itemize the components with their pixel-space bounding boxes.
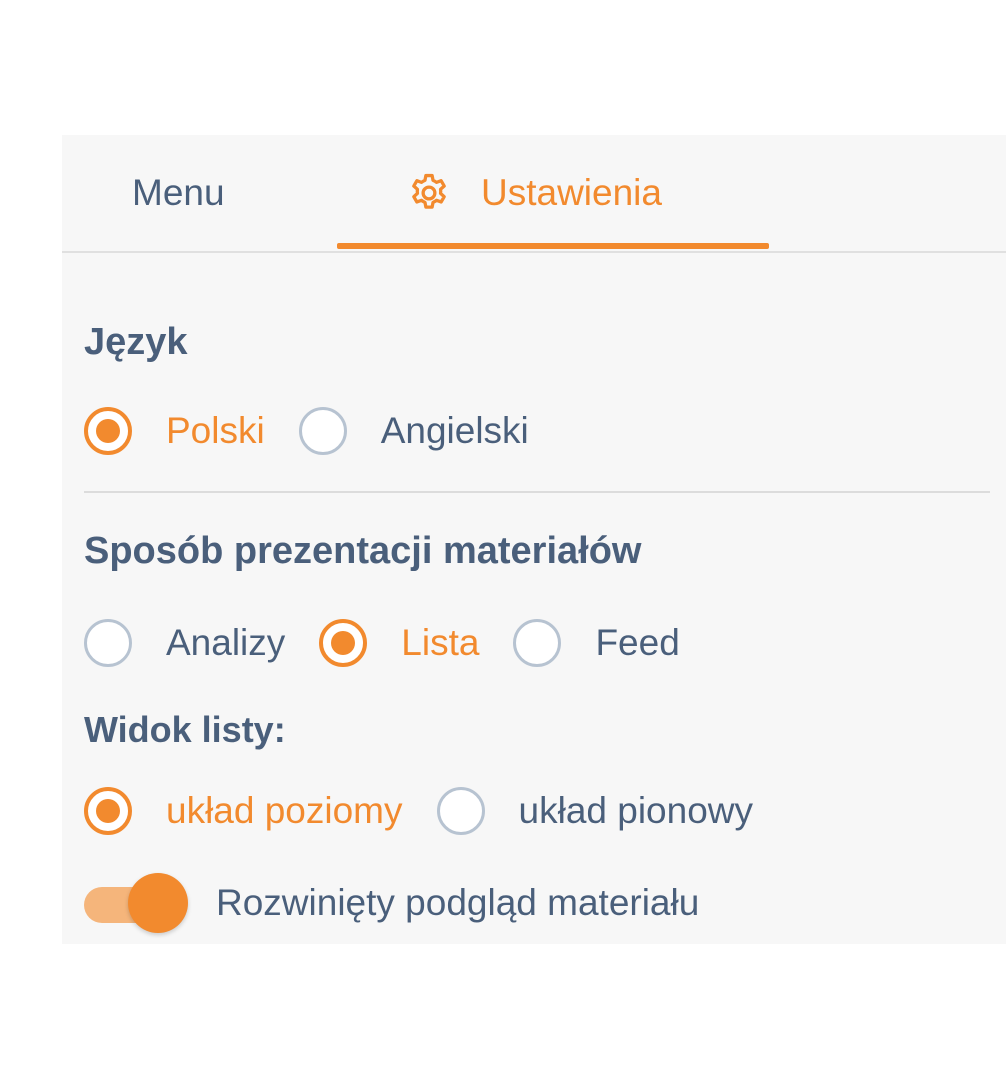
language-section-title: Język [84,321,188,363]
tab-settings[interactable]: Ustawienia [407,135,662,251]
tab-menu-label: Menu [132,172,225,213]
radio-language-english[interactable]: Angielski [298,407,529,455]
gear-icon [407,171,451,215]
radio-circle [84,787,132,835]
radio-label: układ pionowy [518,790,753,831]
tab-settings-label: Ustawienia [481,172,662,213]
radio-label: Polski [166,410,265,451]
radio-presentation-feed[interactable]: Feed [513,619,680,667]
radio-circle [84,619,132,667]
radio-circle [319,619,368,667]
radio-label: układ poziomy [166,790,403,831]
radio-circle [513,619,562,667]
toggle-knob[interactable] [128,873,188,933]
settings-panel: Menu Ustawienia Język Polski Angielski S… [62,135,1006,944]
radio-circle [84,407,132,455]
expanded-preview-label: Rozwinięty podgląd materiału [216,882,700,923]
list-view-radio-group: układ poziomy układ pionowy [84,781,787,841]
tab-bar: Menu Ustawienia [62,135,1006,253]
radio-layout-horizontal[interactable]: układ poziomy [84,787,403,835]
section-divider [84,491,990,493]
radio-label: Feed [595,622,680,663]
list-view-title: Widok listy: [84,709,286,750]
radio-layout-vertical[interactable]: układ pionowy [436,787,753,835]
radio-label: Lista [401,622,480,663]
active-tab-indicator [337,243,769,249]
radio-circle [436,787,485,835]
radio-label: Analizy [166,622,286,663]
radio-presentation-lista[interactable]: Lista [319,619,479,667]
expanded-preview-toggle[interactable] [84,871,190,935]
expanded-preview-row: Rozwinięty podgląd materiału [84,871,699,935]
radio-presentation-analizy[interactable]: Analizy [84,619,285,667]
presentation-radio-group: Analizy Lista Feed [84,613,714,673]
radio-language-polish[interactable]: Polski [84,407,265,455]
tab-menu[interactable]: Menu [132,135,225,251]
presentation-section-title: Sposób prezentacji materiałów [84,530,642,572]
language-radio-group: Polski Angielski [84,401,563,461]
radio-label: Angielski [380,410,529,451]
radio-circle [298,407,347,455]
